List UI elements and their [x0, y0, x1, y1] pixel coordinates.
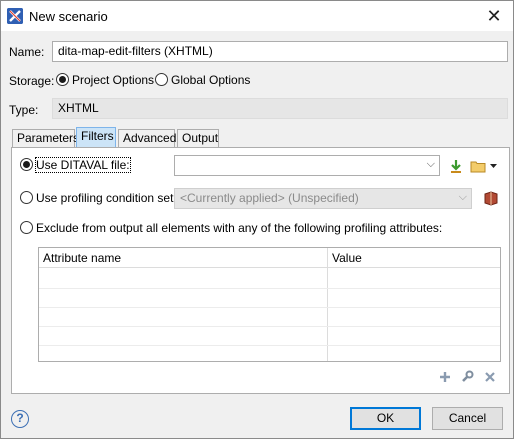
- type-field: XHTML: [52, 98, 508, 119]
- title-bar: New scenario ✕: [1, 1, 513, 31]
- profiling-condition-combo[interactable]: <Currently applied> (Unspecified) ⌵: [174, 188, 472, 209]
- wrench-icon[interactable]: [459, 369, 475, 385]
- chevron-down-icon[interactable]: [489, 160, 498, 170]
- row-divider: [39, 326, 500, 327]
- tab-filters[interactable]: Filters: [76, 127, 116, 149]
- add-icon[interactable]: [437, 369, 453, 385]
- filters-panel: Use DITAVAL file: ⌵ Use profiling condit…: [11, 147, 510, 394]
- tab-advanced[interactable]: Advanced: [118, 129, 176, 148]
- oxygen-app-icon: [7, 8, 23, 24]
- ditaval-label: Use DITAVAL file:: [35, 157, 131, 173]
- column-header-value[interactable]: Value: [332, 251, 362, 265]
- tab-output[interactable]: Output: [177, 129, 219, 148]
- window-title: New scenario: [29, 9, 108, 24]
- project-options-label: Project Options: [72, 73, 155, 87]
- row-divider: [39, 288, 500, 289]
- exclude-label: Exclude from output all elements with an…: [36, 221, 443, 235]
- ditaval-option[interactable]: Use DITAVAL file:: [20, 157, 131, 173]
- project-options-radio[interactable]: [56, 73, 69, 86]
- ok-button[interactable]: OK: [350, 407, 421, 430]
- name-field[interactable]: dita-map-edit-filters (XHTML): [52, 41, 508, 62]
- profiling-option[interactable]: Use profiling condition set:: [20, 191, 177, 205]
- remove-icon[interactable]: [482, 369, 498, 385]
- storage-global-option[interactable]: Global Options: [155, 73, 250, 87]
- column-header-attribute-name[interactable]: Attribute name: [43, 251, 121, 265]
- ditaval-file-combo[interactable]: ⌵: [174, 155, 440, 176]
- row-divider: [39, 307, 500, 308]
- row-divider: [39, 345, 500, 346]
- close-icon[interactable]: ✕: [483, 5, 505, 27]
- global-options-radio[interactable]: [155, 73, 168, 86]
- exclude-radio[interactable]: [20, 221, 33, 234]
- folder-icon[interactable]: [470, 158, 486, 174]
- type-label: Type:: [9, 103, 39, 117]
- help-icon[interactable]: ?: [11, 410, 29, 428]
- table-header: Attribute name Value: [39, 248, 500, 268]
- profiling-radio[interactable]: [20, 191, 33, 204]
- name-label: Name:: [9, 45, 45, 59]
- exclude-option[interactable]: Exclude from output all elements with an…: [20, 221, 442, 235]
- storage-label: Storage:: [9, 74, 55, 88]
- global-options-label: Global Options: [171, 73, 251, 87]
- profiling-label: Use profiling condition set:: [36, 191, 177, 205]
- storage-project-option[interactable]: Project Options: [56, 73, 154, 87]
- ditaval-radio[interactable]: [20, 158, 33, 171]
- book-icon[interactable]: [483, 190, 499, 206]
- dialog-window: New scenario ✕ Name: dita-map-edit-filte…: [0, 0, 514, 439]
- chevron-down-icon[interactable]: ⌵: [459, 190, 467, 205]
- profiling-condition-value: <Currently applied> (Unspecified): [180, 191, 359, 205]
- tab-parameters[interactable]: Parameters: [12, 129, 79, 148]
- cancel-button[interactable]: Cancel: [432, 407, 503, 430]
- download-icon[interactable]: [448, 158, 464, 174]
- chevron-down-icon[interactable]: ⌵: [427, 157, 435, 172]
- profiling-attributes-table[interactable]: Attribute name Value: [38, 247, 501, 362]
